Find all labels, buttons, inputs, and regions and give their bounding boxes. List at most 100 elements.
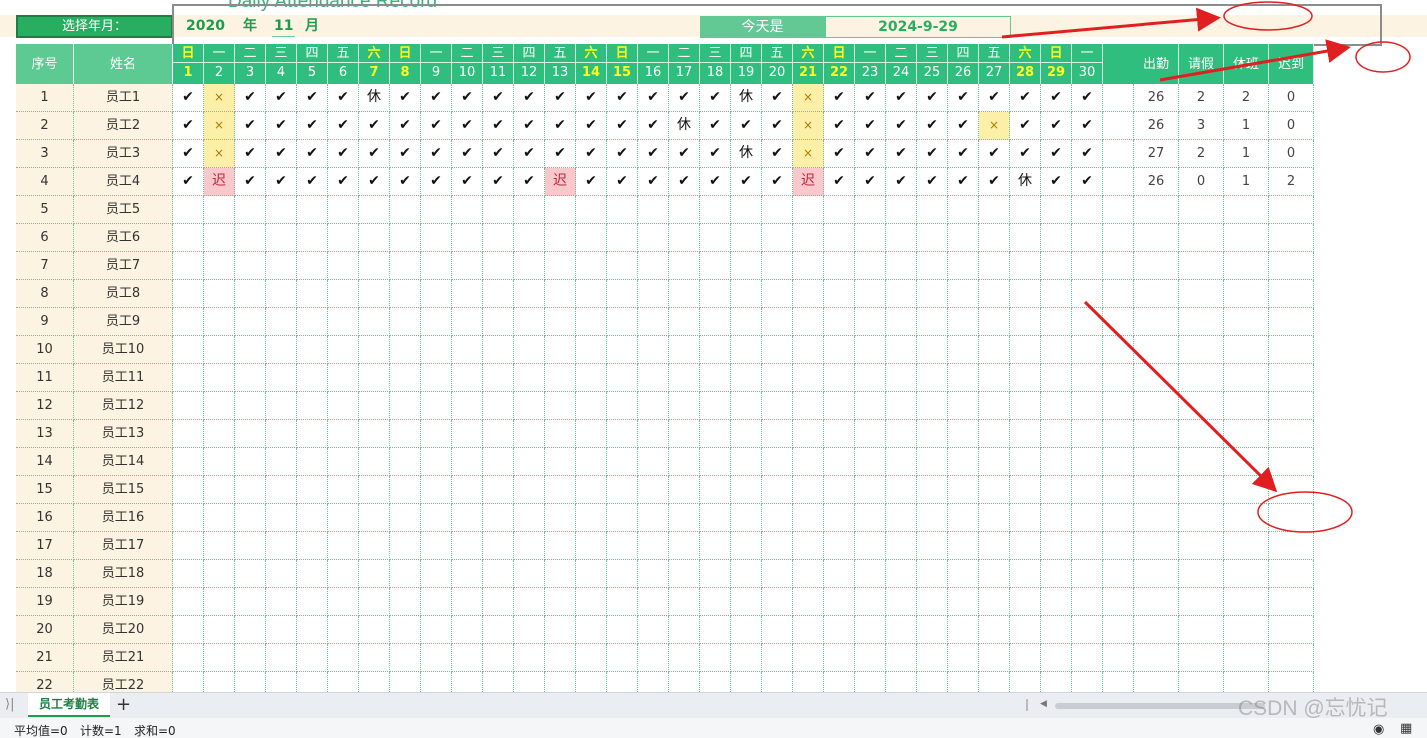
attendance-cell[interactable]: [1072, 588, 1103, 616]
attendance-cell[interactable]: [421, 196, 452, 224]
attendance-cell[interactable]: [204, 336, 235, 364]
attendance-cell[interactable]: [607, 616, 638, 644]
summary-value-cell[interactable]: [1269, 644, 1314, 672]
attendance-cell[interactable]: [297, 196, 328, 224]
row-index-cell[interactable]: 10: [16, 336, 74, 364]
attendance-cell[interactable]: [607, 476, 638, 504]
attendance-cell[interactable]: [824, 252, 855, 280]
attendance-cell[interactable]: [483, 280, 514, 308]
check-icon[interactable]: ✔: [855, 140, 886, 168]
check-icon[interactable]: ✔: [917, 168, 948, 196]
attendance-cell[interactable]: [979, 476, 1010, 504]
attendance-cell[interactable]: [824, 644, 855, 672]
attendance-cell[interactable]: [328, 420, 359, 448]
attendance-cell[interactable]: [359, 364, 390, 392]
attendance-cell[interactable]: [731, 616, 762, 644]
attendance-cell[interactable]: [700, 616, 731, 644]
attendance-cell[interactable]: [793, 532, 824, 560]
attendance-cell[interactable]: [948, 308, 979, 336]
check-icon[interactable]: ✔: [297, 84, 328, 112]
spacer-cell[interactable]: [1103, 252, 1134, 280]
attendance-cell[interactable]: [235, 476, 266, 504]
summary-value-cell[interactable]: 26: [1134, 112, 1179, 140]
attendance-cell[interactable]: [390, 476, 421, 504]
attendance-cell[interactable]: [483, 196, 514, 224]
summary-value-cell[interactable]: [1269, 420, 1314, 448]
attendance-cell[interactable]: [545, 308, 576, 336]
row-index-cell[interactable]: 14: [16, 448, 74, 476]
attendance-cell[interactable]: [669, 448, 700, 476]
attendance-cell[interactable]: [669, 364, 700, 392]
attendance-cell[interactable]: [979, 504, 1010, 532]
spacer-cell[interactable]: [1103, 336, 1134, 364]
summary-value-cell[interactable]: [1179, 336, 1224, 364]
employee-name-cell[interactable]: 员工6: [74, 224, 173, 252]
attendance-cell[interactable]: [359, 420, 390, 448]
check-icon[interactable]: ✔: [948, 168, 979, 196]
attendance-cell[interactable]: [421, 280, 452, 308]
attendance-cell[interactable]: [1041, 644, 1072, 672]
summary-value-cell[interactable]: [1134, 196, 1179, 224]
attendance-cell[interactable]: [483, 336, 514, 364]
attendance-cell[interactable]: [390, 252, 421, 280]
attendance-cell[interactable]: [1010, 532, 1041, 560]
row-index-cell[interactable]: 17: [16, 532, 74, 560]
attendance-cell[interactable]: [390, 392, 421, 420]
summary-value-cell[interactable]: [1134, 308, 1179, 336]
check-icon[interactable]: ✔: [669, 140, 700, 168]
attendance-cell[interactable]: [1072, 420, 1103, 448]
summary-value-cell[interactable]: 1: [1224, 168, 1269, 196]
check-icon[interactable]: ✔: [607, 168, 638, 196]
summary-value-cell[interactable]: [1269, 560, 1314, 588]
attendance-cell[interactable]: [638, 644, 669, 672]
summary-value-cell[interactable]: [1134, 420, 1179, 448]
attendance-cell[interactable]: [669, 392, 700, 420]
check-icon[interactable]: ✔: [390, 140, 421, 168]
attendance-cell[interactable]: [793, 392, 824, 420]
cross-icon[interactable]: ×: [793, 112, 824, 140]
summary-value-cell[interactable]: [1134, 336, 1179, 364]
attendance-cell[interactable]: [979, 280, 1010, 308]
attendance-cell[interactable]: [173, 336, 204, 364]
employee-name-cell[interactable]: 员工20: [74, 616, 173, 644]
attendance-cell[interactable]: [266, 308, 297, 336]
check-icon[interactable]: ✔: [359, 168, 390, 196]
attendance-cell[interactable]: [204, 532, 235, 560]
check-icon[interactable]: ✔: [452, 84, 483, 112]
attendance-cell[interactable]: [545, 476, 576, 504]
spacer-cell[interactable]: [1103, 644, 1134, 672]
attendance-cell[interactable]: [328, 224, 359, 252]
attendance-cell[interactable]: [266, 196, 297, 224]
spacer-cell[interactable]: [1103, 420, 1134, 448]
attendance-cell[interactable]: [1041, 196, 1072, 224]
attendance-cell[interactable]: [700, 448, 731, 476]
year-value-cell[interactable]: 2020: [186, 15, 225, 37]
attendance-cell[interactable]: [917, 392, 948, 420]
summary-value-cell[interactable]: [1224, 420, 1269, 448]
attendance-cell[interactable]: [979, 644, 1010, 672]
attendance-cell[interactable]: [235, 588, 266, 616]
attendance-cell[interactable]: [545, 420, 576, 448]
check-icon[interactable]: ✔: [855, 84, 886, 112]
row-index-cell[interactable]: 16: [16, 504, 74, 532]
grid-icon[interactable]: ▦: [1400, 721, 1412, 736]
attendance-cell[interactable]: [390, 196, 421, 224]
attendance-cell[interactable]: [886, 280, 917, 308]
attendance-cell[interactable]: [855, 504, 886, 532]
summary-value-cell[interactable]: [1179, 588, 1224, 616]
attendance-cell[interactable]: [669, 224, 700, 252]
attendance-cell[interactable]: [824, 476, 855, 504]
attendance-cell[interactable]: [390, 224, 421, 252]
scroll-left-icon[interactable]: ◀: [1040, 699, 1047, 709]
employee-name-cell[interactable]: 员工1: [74, 84, 173, 112]
attendance-cell[interactable]: [328, 196, 359, 224]
spacer-cell[interactable]: [1103, 504, 1134, 532]
attendance-cell[interactable]: [638, 308, 669, 336]
employee-name-cell[interactable]: 员工11: [74, 364, 173, 392]
attendance-cell[interactable]: [266, 392, 297, 420]
attendance-cell[interactable]: [390, 420, 421, 448]
check-icon[interactable]: ✔: [483, 112, 514, 140]
attendance-cell[interactable]: [607, 532, 638, 560]
attendance-cell[interactable]: [576, 448, 607, 476]
attendance-cell[interactable]: [638, 280, 669, 308]
